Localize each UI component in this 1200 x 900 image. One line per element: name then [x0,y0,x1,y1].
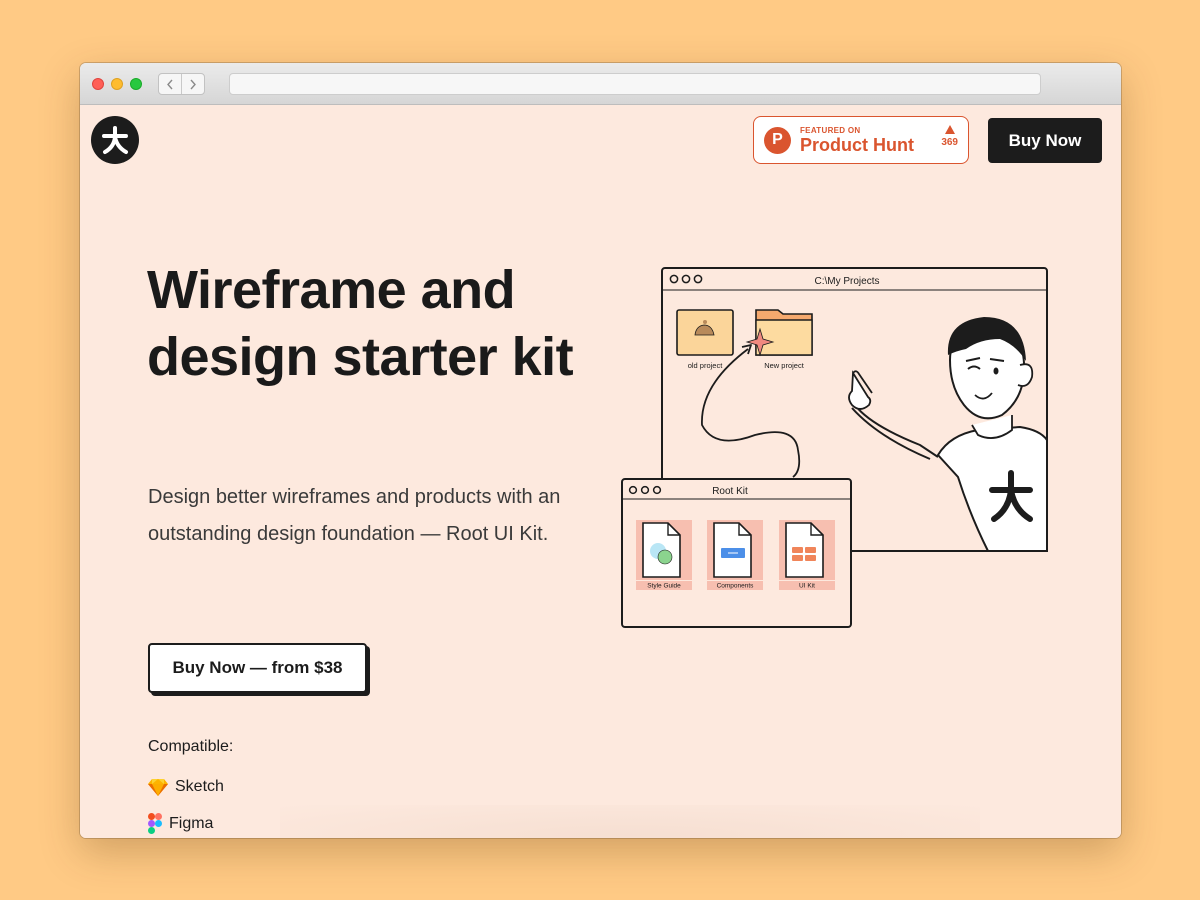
hero-title: Wireframe and design starter kit [147,260,574,387]
compatible-item-label: Figma [169,814,214,832]
product-hunt-badge[interactable]: P FEATURED ON Product Hunt 369 [753,116,969,164]
minimize-window-button[interactable] [111,78,123,90]
projects-window-title: C:\My Projects [814,276,879,287]
product-hunt-featured-label: FEATURED ON [800,125,861,135]
compatible-label: Compatible: [148,738,234,755]
history-nav [158,73,205,95]
sketch-icon [148,779,168,796]
bottom-fade [280,805,980,838]
browser-titlebar [80,63,1121,105]
hero-illustration: C:\My Projects old project New project R… [620,265,1052,628]
back-button[interactable] [159,74,181,94]
file-style-guide: Style Guide [636,520,692,590]
folder-label: New project [764,361,805,370]
file-label: UI Kit [799,583,815,590]
buy-now-cta-button[interactable]: Buy Now — from $38 [148,643,367,693]
product-hunt-icon: P [764,126,791,154]
hero-subtitle: Design better wireframes and products wi… [148,486,561,545]
compatible-item-figma: Figma [148,813,213,834]
product-hunt-name: Product Hunt [800,134,914,155]
product-hunt-vote-count: 369 [941,137,958,148]
close-window-button[interactable] [92,78,104,90]
logo-glyph-icon [102,126,128,154]
compatible-item-sketch: Sketch [148,778,224,796]
file-label: Style Guide [647,583,681,590]
browser-window: P FEATURED ON Product Hunt 369 Buy Now W… [80,63,1121,838]
address-bar[interactable] [229,73,1041,95]
figma-icon [148,813,162,834]
root-kit-window-title: Root Kit [712,486,748,497]
chevron-right-icon [190,79,196,89]
product-hunt-votes: 369 [941,125,958,148]
upvote-triangle-icon [944,125,955,134]
file-ui-kit: UI Kit [779,520,835,590]
illustration-svg: C:\My Projects old project New project R… [621,267,1048,628]
buy-now-button[interactable]: Buy Now [988,118,1102,163]
folder-label: old project [688,361,724,370]
product-hunt-text: FEATURED ON Product Hunt [800,126,914,155]
forward-button[interactable] [181,74,204,94]
file-components: Components [707,520,763,590]
site-logo[interactable] [91,116,139,164]
file-label: Components [717,583,755,590]
zoom-window-button[interactable] [130,78,142,90]
chevron-left-icon [167,79,173,89]
compatible-item-label: Sketch [175,778,224,795]
landing-page: P FEATURED ON Product Hunt 369 Buy Now W… [80,105,1121,838]
